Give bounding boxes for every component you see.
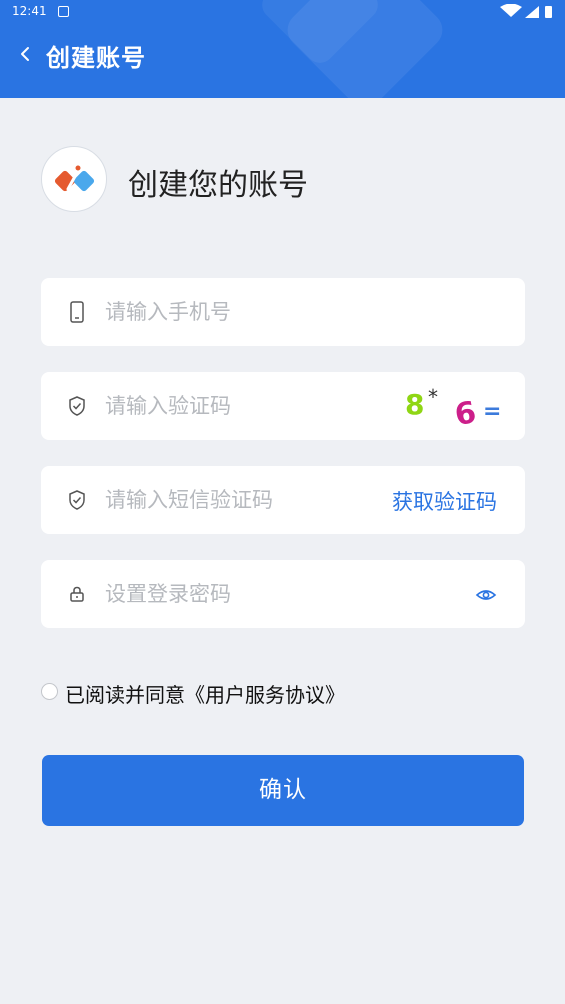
lock-icon (70, 586, 84, 602)
password-field (41, 560, 525, 628)
agreement-checkbox[interactable] (41, 683, 58, 700)
app-header: 12:41 创建账号 (0, 0, 565, 98)
app-logo (41, 146, 107, 212)
shield-check-icon (69, 396, 85, 416)
sms-code-input[interactable] (105, 480, 375, 520)
sms-field: 获取验证码 (41, 466, 525, 534)
welcome-title: 创建您的账号 (128, 168, 308, 203)
signal-icon (525, 6, 539, 18)
notification-icon (58, 6, 69, 17)
captcha-char: 6 (452, 395, 479, 428)
shield-check-icon (69, 490, 85, 510)
page-title: 创建账号 (46, 44, 146, 72)
captcha-input[interactable] (105, 386, 405, 426)
logo-icon (54, 165, 95, 192)
wifi-icon (500, 4, 522, 17)
back-chevron-left-icon[interactable] (16, 44, 36, 64)
status-indicators (500, 4, 552, 18)
phone-icon (70, 301, 84, 323)
captcha-char: 8 (405, 388, 424, 421)
status-time: 12:41 (12, 4, 47, 18)
captcha-field: 8 * 6 = (41, 372, 525, 440)
captcha-char: * (428, 385, 438, 409)
agreement-text[interactable]: 已阅读并同意《用户服务协议》 (65, 679, 345, 708)
confirm-button[interactable]: 确认 (42, 755, 524, 826)
get-sms-code-button[interactable]: 获取验证码 (392, 486, 497, 516)
battery-icon (545, 6, 552, 18)
captcha-char: = (483, 399, 501, 424)
eye-icon[interactable] (475, 584, 497, 606)
captcha-image[interactable]: 8 * 6 = (403, 384, 503, 428)
phone-input[interactable] (105, 292, 405, 332)
password-input[interactable] (105, 574, 405, 614)
status-bar: 12:41 (0, 0, 565, 24)
phone-field (41, 278, 525, 346)
